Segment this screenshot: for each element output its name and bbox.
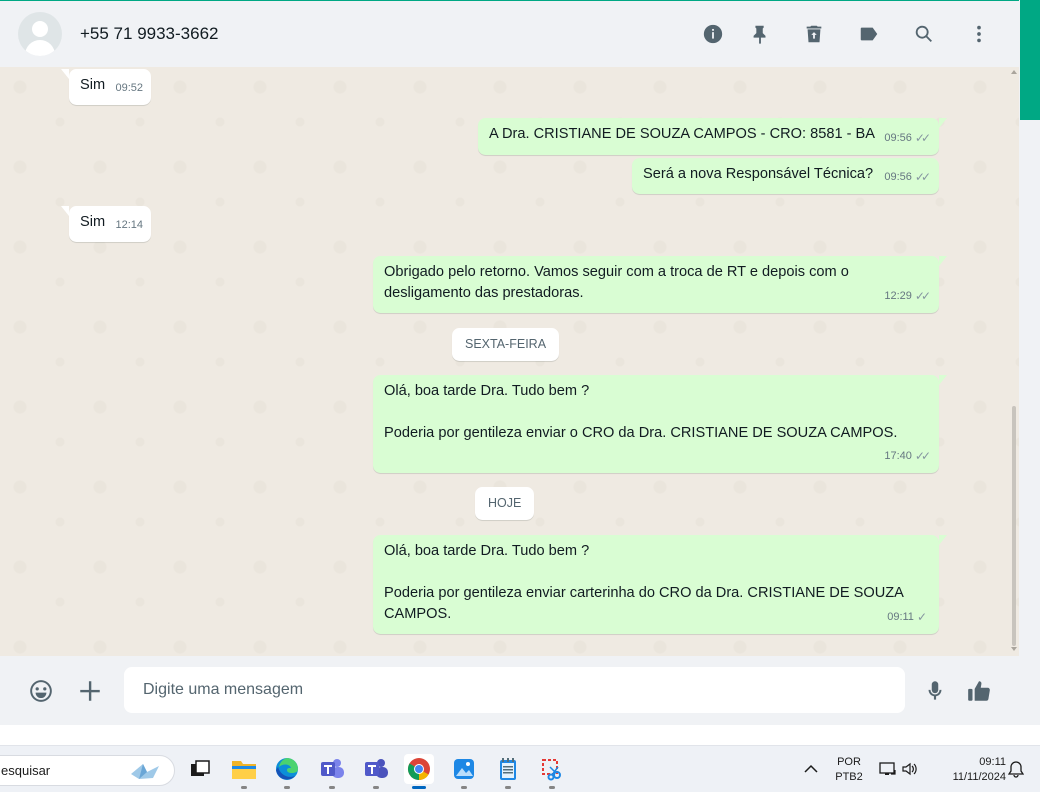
emoji-icon[interactable] [27, 677, 55, 705]
message-outgoing[interactable]: Será a nova Responsável Técnica? 09:56 ✓✓ [632, 158, 939, 194]
composer [0, 656, 1019, 725]
window-edge [1019, 0, 1040, 725]
message-outgoing[interactable]: Olá, boa tarde Dra. Tudo bem ? Poderia p… [373, 535, 947, 634]
label-icon[interactable] [857, 22, 881, 46]
message-line: Olá, boa tarde Dra. Tudo bem ? [384, 543, 590, 559]
windows-taskbar: esquisar POR PTB2 09:11 11/11/2024 [0, 745, 1040, 792]
pin-icon[interactable] [748, 22, 772, 46]
message-line: Obrigado pelo retorno. Vamos seguir com … [384, 264, 849, 280]
message-time: 09:56 [884, 132, 912, 144]
message-line: Poderia por gentileza enviar o CRO da Dr… [384, 425, 898, 441]
message-line-blank [384, 562, 929, 583]
message-outgoing[interactable]: Obrigado pelo retorno. Vamos seguir com … [373, 256, 947, 313]
task-view-icon[interactable] [185, 754, 215, 784]
message-line-blank [384, 402, 929, 423]
double-check-icon: ✓✓ [914, 289, 931, 303]
double-check-icon: ✓✓ [914, 170, 931, 184]
message-text: Sim [80, 214, 106, 230]
message-time: 17:40 [884, 450, 912, 462]
notepad-icon[interactable] [493, 754, 523, 789]
avatar[interactable] [18, 12, 62, 56]
date-separator: HOJE [475, 487, 535, 520]
volume-icon[interactable] [895, 754, 925, 784]
message-incoming[interactable]: Sim 12:14 [61, 206, 151, 242]
message-line: Olá, boa tarde Dra. Tudo bem ? [384, 383, 590, 399]
window-accent-bar [1020, 0, 1040, 120]
taskbar-search-text: esquisar [1, 763, 51, 778]
search-highlight-icon [131, 764, 159, 779]
message-incoming[interactable]: Sim 09:52 [61, 69, 151, 105]
message-line: Poderia por gentileza enviar carterinha … [384, 585, 904, 601]
notification-bell-icon[interactable] [1001, 754, 1031, 784]
double-check-icon: ✓✓ [914, 449, 931, 463]
teams-icon[interactable] [317, 754, 347, 789]
photos-icon[interactable] [449, 754, 479, 789]
teams-work-icon[interactable] [361, 754, 391, 789]
chevron-up-icon[interactable] [796, 754, 826, 784]
message-time: 12:14 [115, 219, 143, 231]
thumbs-up-icon[interactable] [965, 677, 993, 705]
whatsapp-window: +55 71 9933-3662 Sim 09:52 A Dra. CRISTI… [0, 0, 1019, 725]
message-time: 09:52 [115, 82, 143, 94]
microphone-icon[interactable] [921, 677, 949, 705]
contact-name[interactable]: +55 71 9933-3662 [80, 24, 219, 44]
input-language[interactable]: POR PTB2 [830, 755, 868, 785]
date-separator: SEXTA-FEIRA [452, 328, 560, 361]
double-check-icon: ✓✓ [914, 131, 931, 145]
scroll-down-arrow[interactable] [1011, 647, 1017, 651]
chat-header: +55 71 9933-3662 [0, 0, 1019, 67]
scroll-up-arrow[interactable] [1011, 70, 1017, 74]
message-time: 12:29 [884, 290, 912, 302]
scrollbar[interactable] [1011, 67, 1017, 656]
clock[interactable]: 09:11 11/11/2024 [928, 755, 1006, 785]
message-input[interactable] [124, 667, 905, 713]
message-time: 09:11 [887, 611, 914, 623]
file-explorer-icon[interactable] [229, 754, 259, 789]
delete-icon[interactable] [802, 22, 826, 46]
taskbar-search[interactable]: esquisar [0, 755, 175, 786]
attach-plus-icon[interactable] [76, 677, 104, 705]
message-outgoing[interactable]: A Dra. CRISTIANE DE SOUZA CAMPOS - CRO: … [478, 118, 947, 155]
info-icon[interactable] [701, 22, 725, 46]
message-text: Sim [80, 77, 106, 93]
message-outgoing[interactable]: Olá, boa tarde Dra. Tudo bem ? Poderia p… [373, 375, 947, 473]
message-line: desligamento das prestadoras. [384, 285, 584, 301]
message-time: 09:56 [884, 171, 912, 183]
message-list[interactable]: Sim 09:52 A Dra. CRISTIANE DE SOUZA CAMP… [0, 67, 1019, 656]
message-text: Será a nova Responsável Técnica? [643, 166, 874, 182]
snipping-tool-icon[interactable] [537, 754, 567, 789]
scrollbar-thumb[interactable] [1012, 406, 1016, 646]
chrome-icon[interactable] [404, 754, 434, 789]
single-check-icon: ✓ [916, 610, 927, 624]
message-line: CAMPOS. [384, 606, 452, 622]
edge-icon[interactable] [272, 754, 302, 789]
message-text: A Dra. CRISTIANE DE SOUZA CAMPOS - CRO: … [489, 126, 876, 142]
search-icon[interactable] [912, 22, 936, 46]
menu-icon[interactable] [967, 22, 991, 46]
